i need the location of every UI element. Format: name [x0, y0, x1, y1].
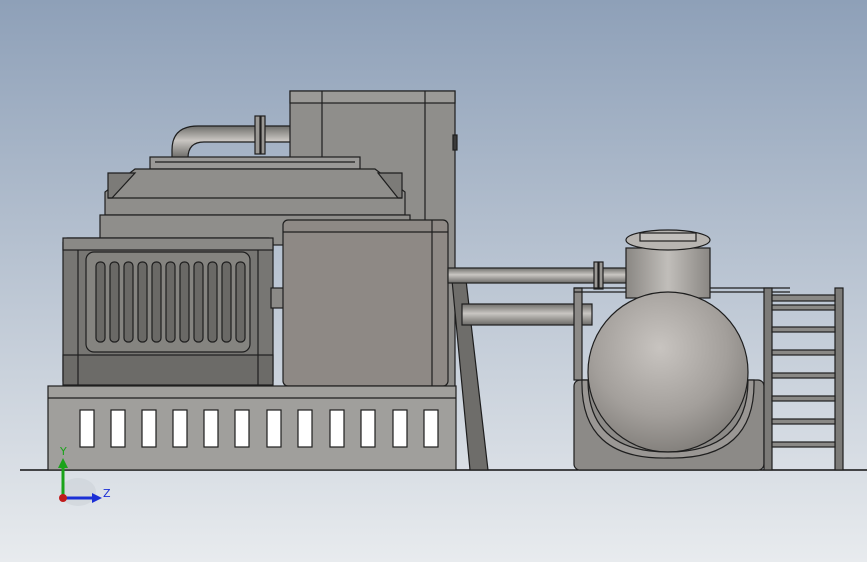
grille-slots [95, 261, 246, 343]
cradle-frame-left [573, 287, 583, 381]
ladder-rung [771, 349, 836, 356]
grille-slot [221, 261, 232, 343]
spherical-tank [587, 291, 749, 453]
grille-slot [235, 261, 246, 343]
ladder-rung [771, 441, 836, 448]
grille-slot [179, 261, 190, 343]
top-cover-rim [149, 156, 361, 170]
grille-slot [151, 261, 162, 343]
grille-slot [95, 261, 106, 343]
lower-pipe [461, 303, 593, 326]
pipe-flange [598, 261, 604, 290]
x-axis-origin [59, 494, 67, 502]
base-slot [392, 409, 408, 448]
ladder-rung [771, 418, 836, 425]
ladder-rail-left [763, 287, 773, 471]
tank-neck [625, 247, 711, 299]
tank-dome-top [639, 232, 697, 242]
top-cover [104, 168, 406, 216]
base-slot [203, 409, 219, 448]
base-slot [360, 409, 376, 448]
grille-slot [123, 261, 134, 343]
triad-plane [60, 478, 96, 506]
grille-slot [207, 261, 218, 343]
ladder-rung [771, 395, 836, 402]
pipe-flange [593, 261, 599, 290]
grille-slot [193, 261, 204, 343]
ladder-inner-rail [771, 294, 836, 302]
tower-detail [452, 134, 458, 151]
y-axis-label: Y [59, 445, 67, 458]
ladder-rung [771, 304, 836, 311]
base-slot [172, 409, 188, 448]
base-slot [79, 409, 95, 448]
base-slot [110, 409, 126, 448]
base-slot [141, 409, 157, 448]
ladder-rung [771, 372, 836, 379]
base-slot [423, 409, 439, 448]
pipe-flange [254, 115, 261, 155]
base-slot [266, 409, 282, 448]
base-slot [297, 409, 313, 448]
control-box [282, 219, 449, 387]
grille-slot [109, 261, 120, 343]
ladder-rung [771, 326, 836, 333]
base-slot [329, 409, 345, 448]
ladder-rail-right [834, 287, 844, 471]
grille-slot [137, 261, 148, 343]
engine-lower-band [62, 354, 274, 386]
cad-viewport[interactable]: Y Z [0, 0, 867, 562]
engine-top [62, 237, 274, 251]
grille-slot [165, 261, 176, 343]
z-axis-label: Z [103, 487, 111, 500]
pipe-flange [260, 115, 266, 155]
tower-cap [289, 90, 456, 104]
base-slot [234, 409, 250, 448]
